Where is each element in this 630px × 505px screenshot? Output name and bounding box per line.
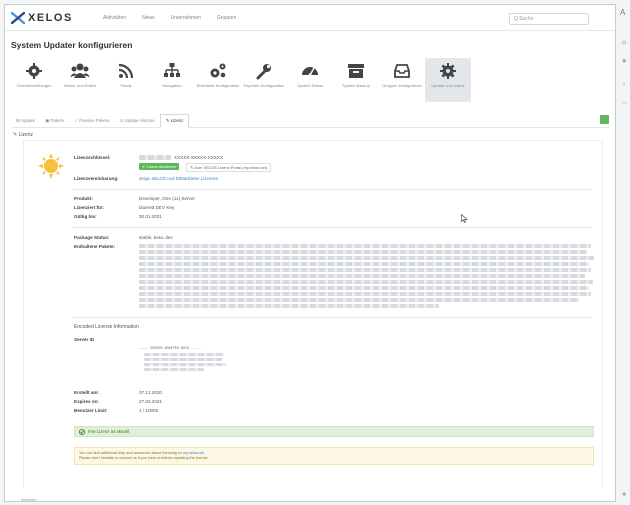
iconbar-item-system-status[interactable]: System Status: [287, 58, 333, 102]
expires-label: Expires on:: [74, 399, 100, 404]
check-circle-icon: [79, 428, 85, 435]
main-nav: Aktivitäten News Unternehmen Gruppen: [103, 15, 236, 21]
nav-item-gruppen[interactable]: Gruppen: [217, 15, 236, 21]
iconbar-label: Feeds: [120, 83, 132, 88]
app-logo[interactable]: XELOS: [11, 11, 85, 24]
iconbar-label: Navigation: [162, 83, 182, 88]
top-navbar: XELOS Aktivitäten News Unternehmen Grupp…: [5, 5, 615, 31]
iconbar-label: Grundeinstellungen: [16, 83, 52, 88]
activate-license-button[interactable]: ✔ Lizenz aktivieren: [139, 163, 180, 170]
side-gear-icon[interactable]: ✱: [622, 492, 626, 498]
cog-icon: [440, 63, 456, 79]
divider: [72, 227, 592, 228]
iconbar-item-experten-konfiguration[interactable]: Experten Konfiguration: [241, 58, 287, 102]
iconbar-item-update-lizenz[interactable]: Update und Lizenz: [425, 58, 471, 102]
tab-lizenz[interactable]: ✎ Lizenz: [159, 113, 190, 128]
right-panel-label: A: [620, 8, 626, 17]
divider: [72, 317, 592, 318]
license-status-alert: Ihre Lizenz ist aktuell: [74, 426, 594, 437]
help-text-1: You can find additional help and resourc…: [79, 451, 183, 455]
side-grid-icon[interactable]: ⊟: [622, 40, 626, 46]
iconbar-item-nutzer[interactable]: Nutzer und Rollen: [57, 58, 103, 102]
license-help-alert: You can find additional help and resourc…: [74, 447, 594, 465]
iconbar-item-feeds[interactable]: Feeds: [103, 58, 149, 102]
archive-icon: [348, 64, 364, 78]
license-key-value: XXXXX-XXXXX-XXXXX: [174, 155, 224, 160]
tab-passive-pakete[interactable]: ☆ Passive Pakete: [69, 114, 114, 128]
sun-icon: [38, 153, 64, 179]
main-window: XELOS Aktivitäten News Unternehmen Grupp…: [4, 4, 616, 502]
section-heading: ✎ Lizenz: [13, 132, 34, 138]
side-settings-icon[interactable]: ◉: [622, 58, 626, 64]
product-value: Developer, One (1x) Server: [139, 196, 195, 201]
side-bell-icon[interactable]: ♫: [622, 82, 626, 88]
created-value: 07.12.2020: [139, 390, 162, 395]
mouse-cursor-icon: [461, 214, 468, 223]
iconbar-item-system-backup[interactable]: System Backup: [333, 58, 379, 102]
user-limit-label: Benutzer Limit:: [74, 408, 108, 413]
tab-update-historie[interactable]: ⊙ Update Historie: [115, 114, 160, 128]
admin-iconbar: Grundeinstellungen Nutzer und Rollen Fee…: [11, 58, 615, 102]
inbox-icon: [394, 64, 410, 78]
valid-until-value: 30.01.2021: [139, 214, 162, 219]
actions-label: Aktionen: [21, 497, 37, 502]
server-adapter-code: ----- SERVER ADAPTER DATA -----: [134, 344, 264, 396]
right-side-panel: [616, 0, 630, 505]
package-status-label: Package Status:: [74, 235, 110, 240]
packages-label: Enthaltene Pakete:: [74, 244, 116, 249]
divider: [72, 189, 592, 190]
iconbar-label: Erweiterte Konfiguration: [196, 83, 240, 88]
tab-bar: ⊞ Update ▣ Pakete ☆ Passive Pakete ⊙ Upd…: [11, 113, 609, 128]
iconbar-item-erweiterte-konfiguration[interactable]: Erweiterte Konfiguration: [195, 58, 241, 102]
nav-item-unternehmen[interactable]: Unternehmen: [171, 15, 201, 21]
page-title: System Updater konfigurieren: [11, 40, 133, 50]
nav-item-news[interactable]: News: [142, 15, 155, 21]
product-label: Produkt:: [74, 196, 93, 201]
license-portal-button[interactable]: ✎ Zum XELOS Lizenz Portal (my.xelos.net): [186, 163, 272, 172]
xelos-logo-icon: [11, 11, 25, 24]
gear-icon: [26, 63, 42, 79]
valid-until-label: Gültig bis:: [74, 214, 97, 219]
search-input[interactable]: Q Suche: [509, 13, 589, 25]
licensee-label: Lizenziert für:: [74, 205, 105, 210]
iconbar-item-navigation[interactable]: Navigation: [149, 58, 195, 102]
tab-pakete[interactable]: ▣ Pakete: [40, 114, 69, 128]
help-link[interactable]: my.xelos.net: [183, 451, 204, 455]
encoded-license-title: Encoded License Information: [74, 324, 139, 330]
users-icon: [70, 63, 90, 78]
iconbar-label: Update und Lizenz: [431, 83, 465, 88]
agreement-link[interactable]: Zeige XELOS und Drittanbieter Lizenzen: [139, 176, 218, 181]
gears-icon: [210, 63, 226, 78]
rss-icon: [118, 63, 134, 79]
iconbar-item-grundeinstellungen[interactable]: Grundeinstellungen: [11, 58, 57, 102]
agreement-label: Lizenzvereinbarung:: [74, 176, 119, 181]
iconbar-label: System Backup: [342, 83, 370, 88]
dashboard-icon: [302, 67, 318, 77]
iconbar-label: Gruppen konfigurieren: [382, 83, 422, 88]
license-status-text: Ihre Lizenz ist aktuell: [88, 429, 129, 434]
code-header: ----- SERVER ADAPTER DATA -----: [138, 346, 202, 350]
expires-value: 27.02.2021: [139, 399, 162, 404]
refresh-button[interactable]: [600, 115, 609, 124]
license-panel: Lizenzschlüssel: XXXXX-XXXXX-XXXXX ✔ Liz…: [23, 140, 603, 487]
wrench-icon: [256, 64, 271, 80]
package-status-value: stable, beta, dev: [139, 235, 173, 240]
side-doc-icon[interactable]: ▭: [622, 100, 627, 106]
user-limit-value: 1 / 10000: [139, 408, 159, 413]
created-label: Erstellt am:: [74, 390, 100, 395]
logo-text: XELOS: [28, 11, 73, 24]
license-key-label: Lizenzschlüssel:: [74, 155, 111, 160]
iconbar-item-gruppen-konfigurieren[interactable]: Gruppen konfigurieren: [379, 58, 425, 102]
search-placeholder: Q Suche: [514, 16, 534, 22]
iconbar-label: Experten Konfiguration: [243, 83, 285, 88]
server-id-label: Server ID: [74, 337, 95, 342]
tab-update[interactable]: ⊞ Update: [11, 114, 40, 128]
iconbar-label: Nutzer und Rollen: [63, 83, 97, 88]
licensee-value: bluered DEV Key: [139, 205, 175, 210]
sitemap-icon: [164, 63, 180, 77]
iconbar-label: System Status: [297, 83, 323, 88]
help-text-2: Please don't hesitate to contact us if y…: [79, 456, 209, 460]
nav-item-aktivitaeten[interactable]: Aktivitäten: [103, 15, 126, 21]
license-key-redacted: [139, 155, 171, 160]
